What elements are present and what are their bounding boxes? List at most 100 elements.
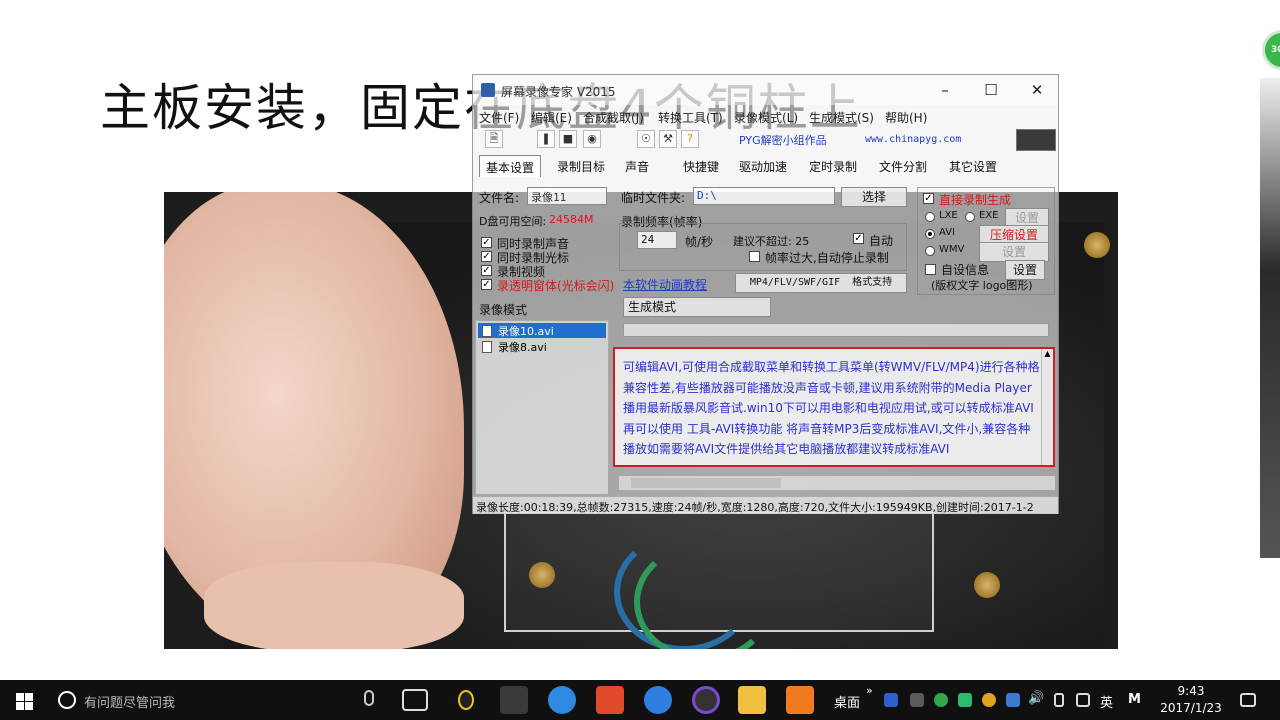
- exe-radio[interactable]: [965, 212, 975, 222]
- wmv-radio[interactable]: [925, 246, 935, 256]
- powerpoint-icon[interactable]: [786, 686, 814, 714]
- camera-icon[interactable]: ◉: [583, 130, 601, 148]
- system-clock[interactable]: 9:43 2017/1/23: [1156, 683, 1226, 717]
- website-link[interactable]: www.chinapyg.com: [865, 134, 961, 145]
- record-video-checkbox[interactable]: ✓: [481, 265, 492, 276]
- task-view-icon[interactable]: [402, 689, 428, 711]
- menu-generate-mode[interactable]: 生成模式(S): [809, 109, 874, 126]
- ime-mode-indicator[interactable]: M: [1128, 692, 1141, 707]
- microphone-icon[interactable]: [364, 690, 374, 706]
- wmv-settings-button[interactable]: 设置: [979, 242, 1049, 262]
- info-text: 可编辑AVI,可使用合成截取菜单和转换工具菜单(转WMV/FLV/MP4)进行各…: [623, 360, 1040, 456]
- media-player-icon[interactable]: [692, 686, 720, 714]
- browser-icon[interactable]: [548, 686, 576, 714]
- lxe-radio[interactable]: [925, 212, 935, 222]
- tab-record-target[interactable]: 录制目标: [551, 155, 611, 177]
- list-item[interactable]: 录像10.avi: [478, 323, 606, 338]
- menu-convert[interactable]: 转换工具(T): [658, 109, 723, 126]
- start-button[interactable]: [0, 680, 48, 720]
- screen-recorder-window: 屏幕录像专家 V2015 – ☐ ✕ 文件(F) 编辑(E) 合成截取(J) 转…: [472, 74, 1059, 514]
- info-vertical-scrollbar[interactable]: ▲: [1041, 349, 1053, 465]
- menu-record-mode[interactable]: 录像模式(L): [734, 109, 798, 126]
- wmv-label: WMV: [939, 244, 965, 255]
- info-horizontal-scrollbar[interactable]: [619, 476, 1055, 490]
- clock-date: 2017/1/23: [1160, 701, 1222, 715]
- close-button[interactable]: ✕: [1014, 75, 1060, 105]
- choose-folder-button[interactable]: 选择: [841, 187, 907, 207]
- record-sound-checkbox[interactable]: ✓: [481, 237, 492, 248]
- title-bar[interactable]: 屏幕录像专家 V2015 – ☐ ✕: [473, 75, 1058, 105]
- globe-icon[interactable]: ☉: [637, 130, 655, 148]
- pause-icon[interactable]: ❚: [537, 130, 555, 148]
- file-explorer-icon[interactable]: [738, 686, 766, 714]
- new-icon[interactable]: 🗎: [485, 130, 503, 148]
- stop-icon[interactable]: ■: [559, 130, 577, 148]
- tab-split[interactable]: 文件分割: [873, 155, 933, 177]
- record-cursor-checkbox[interactable]: ✓: [481, 251, 492, 262]
- tab-hotkeys[interactable]: 快捷键: [677, 155, 725, 177]
- qq-icon[interactable]: [452, 686, 480, 714]
- info-text-box[interactable]: 可编辑AVI,可使用合成截取菜单和转换工具菜单(转WMV/FLV/MP4)进行各…: [613, 347, 1055, 467]
- menu-compose[interactable]: 合成截取(J): [583, 109, 644, 126]
- transparent-window-checkbox[interactable]: ✓: [481, 279, 492, 290]
- generate-mode-header: 生成模式: [623, 297, 771, 317]
- sogou-icon[interactable]: [644, 686, 672, 714]
- disk-space-value: 24584M: [549, 213, 594, 226]
- wechat-work-icon[interactable]: [500, 686, 528, 714]
- file-icon: [482, 341, 492, 353]
- network-icon[interactable]: [1076, 693, 1090, 707]
- filename-input[interactable]: 录像11: [527, 187, 607, 205]
- avi-radio[interactable]: [925, 229, 935, 239]
- tab-basic[interactable]: 基本设置: [479, 155, 542, 177]
- tab-other[interactable]: 其它设置: [943, 155, 1003, 177]
- tray-app-icon[interactable]: [934, 693, 948, 707]
- maximize-button[interactable]: ☐: [968, 75, 1014, 105]
- format-support-button[interactable]: MP4/FLV/SWF/GIF 格式支持: [735, 273, 907, 293]
- chevron-right-icon[interactable]: »: [866, 684, 873, 697]
- framerate-unit: 帧/秒: [685, 235, 714, 249]
- tab-driver[interactable]: 驱动加速: [733, 155, 793, 177]
- recording-file-list: 录像10.avi 录像8.avi: [475, 320, 609, 495]
- game-app-icon[interactable]: [596, 686, 624, 714]
- tray-app-icon[interactable]: [1006, 693, 1020, 707]
- menu-edit[interactable]: 编辑(E): [531, 109, 572, 126]
- copper-post: [1084, 232, 1110, 258]
- desktop-toolbar[interactable]: 桌面: [834, 692, 860, 711]
- help-icon[interactable]: ?: [681, 130, 699, 148]
- custom-info-checkbox[interactable]: [925, 264, 936, 275]
- tray-app-icon[interactable]: [982, 693, 996, 707]
- notification-center-icon[interactable]: [1240, 693, 1256, 707]
- input-language-indicator[interactable]: 英: [1100, 692, 1113, 711]
- tray-app-icon[interactable]: [910, 693, 924, 707]
- cortana-icon: [58, 691, 76, 709]
- volume-icon[interactable]: 🔊: [1028, 691, 1044, 706]
- format-list: MP4/FLV/SWF/GIF: [749, 277, 841, 288]
- windows-logo-icon-part: [25, 702, 33, 710]
- tutorial-link[interactable]: 本软件动画教程: [623, 276, 707, 293]
- menu-file[interactable]: 文件(F): [479, 109, 519, 126]
- disk-space-label: D盘可用空间:: [479, 215, 547, 228]
- tab-sound[interactable]: 声音: [619, 155, 655, 177]
- tab-timer[interactable]: 定时录制: [803, 155, 863, 177]
- toolbar: 🗎 ❚ ■ ◉ ☉ ⚒ ? PYG解密小组作品 www.chinapyg.com: [473, 127, 1058, 153]
- avi-label: AVI: [939, 227, 955, 238]
- list-item[interactable]: 录像8.avi: [478, 339, 606, 354]
- temp-folder-input[interactable]: D:\: [693, 187, 835, 205]
- clock-time: 9:43: [1177, 684, 1205, 698]
- tools-icon[interactable]: ⚒: [659, 130, 677, 148]
- tray-app-icon[interactable]: [884, 693, 898, 707]
- battery-icon[interactable]: [1054, 693, 1064, 707]
- search-placeholder: 有问题尽管问我: [84, 696, 176, 711]
- minimize-button[interactable]: –: [922, 75, 968, 105]
- menu-help[interactable]: 帮助(H): [885, 109, 927, 126]
- scroll-thumb[interactable]: [631, 478, 781, 488]
- direct-generate-checkbox[interactable]: ✓: [923, 193, 934, 204]
- auto-stop-checkbox[interactable]: [749, 251, 760, 262]
- pyg-link[interactable]: PYG解密小组作品: [739, 132, 827, 148]
- floating-badge[interactable]: 30: [1262, 30, 1280, 70]
- copper-post: [974, 572, 1000, 598]
- cortana-search-box[interactable]: 有问题尽管问我: [48, 680, 392, 720]
- auto-framerate-checkbox[interactable]: ✓: [853, 233, 864, 244]
- tray-app-icon[interactable]: [958, 693, 972, 707]
- framerate-input[interactable]: 24: [637, 231, 677, 249]
